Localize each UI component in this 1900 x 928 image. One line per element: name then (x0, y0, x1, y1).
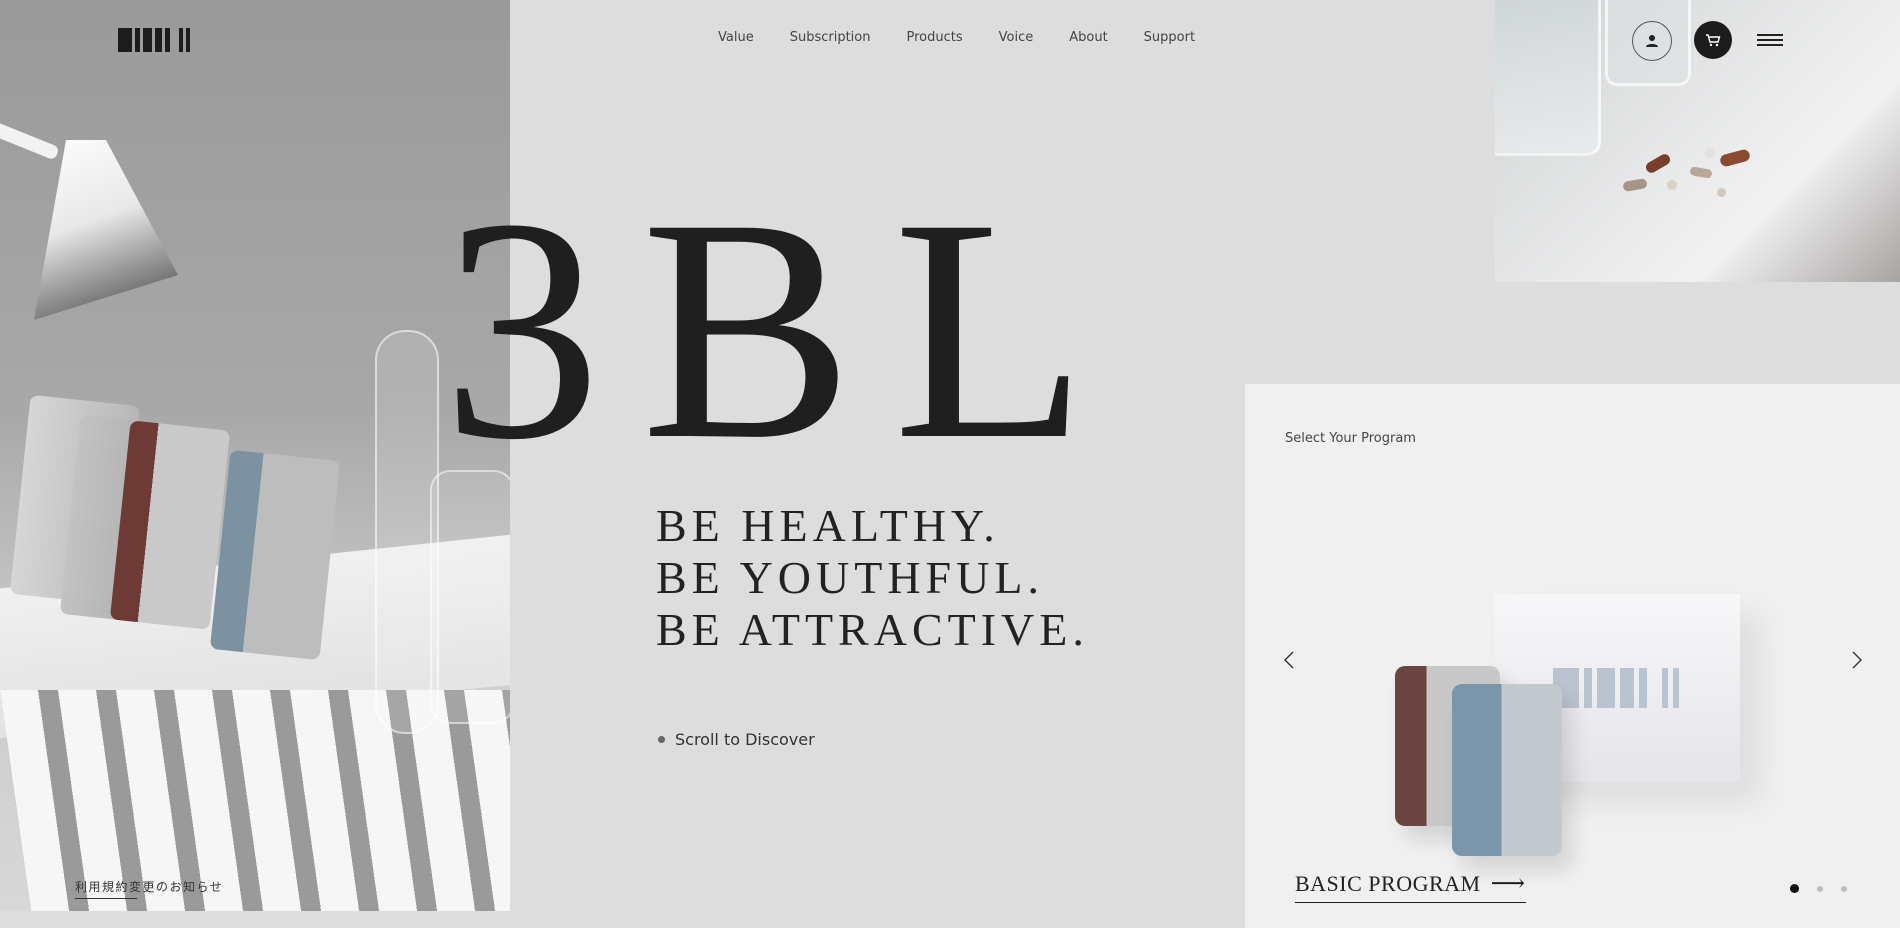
water-glass (1495, 0, 1601, 156)
hero-title: 3BL (442, 153, 1128, 505)
pager-dot-2[interactable] (1817, 885, 1823, 892)
tablet (1705, 148, 1715, 158)
tagline-line: BE ATTRACTIVE. (656, 604, 1089, 655)
tablet (1717, 188, 1726, 197)
menu-icon[interactable] (1757, 34, 1783, 46)
arrow-right-icon: ⟶ (1490, 871, 1526, 897)
capsule (1622, 177, 1648, 193)
tablet (1667, 180, 1677, 190)
logo-bar (135, 28, 140, 52)
cart-button[interactable] (1694, 21, 1732, 59)
nav-item-about[interactable]: About (1069, 30, 1107, 45)
nav-item-support[interactable]: Support (1144, 30, 1195, 45)
user-icon (1646, 35, 1658, 47)
program-name: BASIC PROGRAM (1295, 870, 1481, 896)
account-button[interactable] (1632, 21, 1672, 61)
scroll-label: Scroll to Discover (675, 730, 815, 749)
main-nav: Value Subscription Products Voice About … (718, 30, 1195, 45)
logo-bar (143, 28, 152, 52)
tagline-line: BE YOUTHFUL. (656, 552, 1044, 603)
product-pouch-blue (1452, 684, 1562, 856)
nav-item-voice[interactable]: Voice (999, 30, 1034, 45)
capsule (1643, 152, 1673, 175)
logo-bar (118, 28, 132, 52)
logo-bar (179, 28, 183, 52)
nav-item-value[interactable]: Value (718, 30, 754, 45)
carousel-next-button[interactable] (1845, 649, 1867, 671)
product-pouch-brown (109, 420, 231, 630)
carousel-pagination (1790, 884, 1847, 893)
program-link[interactable]: BASIC PROGRAM ⟶ (1295, 869, 1526, 903)
nav-item-products[interactable]: Products (906, 30, 962, 45)
pager-dot-3[interactable] (1841, 885, 1847, 892)
capsule (1718, 148, 1752, 168)
bullet-icon (658, 736, 665, 743)
carousel-prev-button[interactable] (1279, 649, 1301, 671)
lamp-arm (0, 117, 60, 161)
capsule (1689, 166, 1713, 179)
logo-bar (186, 28, 190, 52)
lamp-shade (34, 140, 178, 320)
pager-dot-1[interactable] (1790, 884, 1799, 893)
chevron-right-icon (1852, 651, 1862, 669)
brand-logo[interactable] (118, 28, 190, 52)
hero-tagline: BE HEALTHY. BE YOUTHFUL. BE ATTRACTIVE. (656, 500, 1089, 656)
cart-icon (1706, 34, 1721, 47)
notice-underline (75, 898, 137, 899)
chevron-left-icon (1284, 651, 1294, 669)
glass-vase (430, 470, 510, 724)
program-section-label: Select Your Program (1285, 431, 1416, 446)
terms-update-notice[interactable]: 利用規約変更のお知らせ (75, 878, 223, 895)
hero-photo-left (0, 0, 510, 911)
scroll-to-discover[interactable]: Scroll to Discover (658, 730, 815, 749)
logo-bar (155, 28, 162, 52)
logo-bar (165, 28, 170, 52)
product-pouch-blue (209, 449, 341, 661)
box-barcode-logo (1553, 668, 1679, 708)
program-carousel: Select Your Program BASIC PROGRAM ⟶ (1245, 384, 1900, 928)
nav-item-subscription[interactable]: Subscription (790, 30, 871, 45)
tagline-line: BE HEALTHY. (656, 500, 1000, 551)
